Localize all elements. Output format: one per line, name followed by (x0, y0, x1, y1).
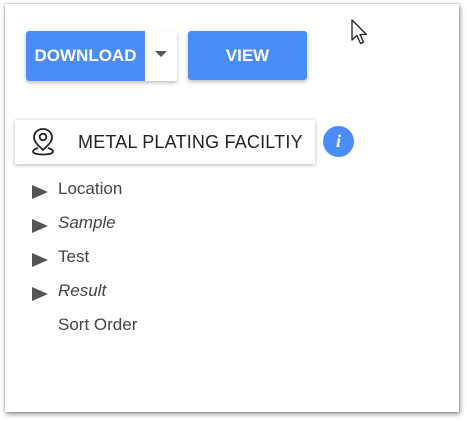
expand-arrow-icon[interactable] (32, 185, 48, 199)
expand-arrow-icon[interactable] (32, 287, 48, 301)
facility-name: METAL PLATING FACILTIY (78, 131, 303, 152)
tree-item-label: Location (58, 179, 123, 198)
tree-item-label: Result (58, 281, 107, 300)
facility-card[interactable]: METAL PLATING FACILTIY (15, 120, 315, 164)
mouse-cursor-icon (351, 19, 368, 45)
expand-arrow-icon[interactable] (32, 219, 48, 233)
tree-item-label: Test (58, 247, 90, 266)
tree-item-location[interactable]: Location (32, 177, 122, 201)
info-icon[interactable]: i (323, 126, 354, 157)
expand-arrow-icon[interactable] (32, 253, 48, 267)
view-button[interactable]: VIEW (188, 31, 307, 80)
tree-item-sample[interactable]: Sample (32, 211, 116, 235)
map-pin-icon (32, 128, 54, 156)
download-options-dropdown[interactable] (145, 31, 177, 81)
main-panel: DOWNLOAD VIEW METAL PLATING FACILTIY i L… (5, 4, 459, 412)
tree-item-label: Sort Order (58, 315, 138, 334)
tree-item-test[interactable]: Test (32, 245, 89, 269)
tree-item-label: Sample (58, 213, 116, 232)
download-button[interactable]: DOWNLOAD (26, 31, 145, 81)
tree-item-result[interactable]: Result (32, 279, 106, 303)
caret-down-icon (155, 51, 167, 57)
download-split-button: DOWNLOAD (26, 31, 177, 81)
